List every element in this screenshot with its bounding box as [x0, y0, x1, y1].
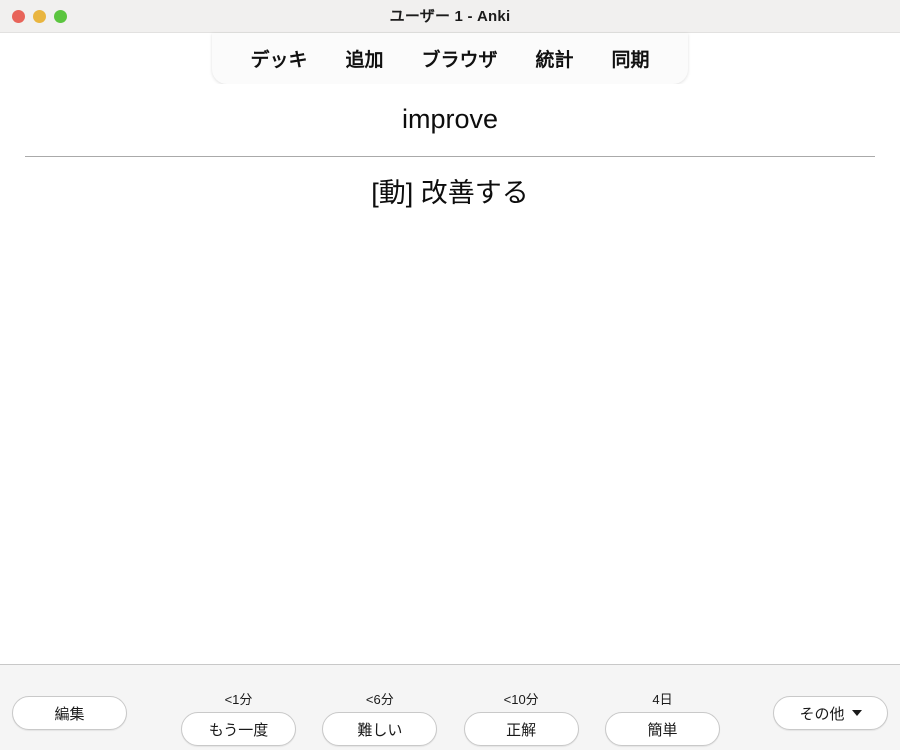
ease-interval-easy: 4日 — [652, 692, 673, 707]
toolbar-item-sync[interactable]: 同期 — [593, 41, 669, 76]
card-answer-text: [動] 改善する — [371, 177, 529, 208]
toolbar-region: デッキ 追加 ブラウザ 統計 同期 — [0, 33, 900, 84]
ease-button-easy[interactable]: 簡単 — [604, 712, 720, 746]
answer-button-bar: 編集 <1分 もう一度 <6分 難しい <10分 正解 4日 簡単 その他 — [0, 664, 900, 750]
window-title: ユーザー 1 - Anki — [389, 7, 511, 25]
ease-column-again: <1分 もう一度 — [181, 693, 296, 746]
ease-column-good: <10分 正解 — [463, 692, 579, 746]
window-titlebar: ユーザー 1 - Anki — [0, 0, 900, 33]
ease-button-hard-label: 難しい — [357, 721, 403, 739]
toolbar-item-browse[interactable]: ブラウザ — [402, 41, 516, 76]
ease-interval-hard: <6分 — [365, 692, 394, 707]
ease-button-good[interactable]: 正解 — [463, 712, 579, 746]
chevron-down-icon — [851, 710, 862, 716]
ease-interval-again: <1分 — [224, 692, 253, 707]
card-review-area: improve [動] 改善する — [0, 84, 900, 664]
ease-button-hard[interactable]: 難しい — [322, 712, 438, 746]
ease-button-again-label: もう一度 — [208, 721, 269, 739]
edit-button[interactable]: 編集 — [12, 696, 127, 730]
close-window-icon[interactable] — [12, 10, 25, 23]
ease-button-again[interactable]: もう一度 — [181, 712, 296, 746]
ease-button-group: <1分 もう一度 <6分 難しい <10分 正解 4日 簡単 — [181, 670, 720, 746]
ease-button-good-label: 正解 — [506, 721, 537, 739]
maximize-window-icon[interactable] — [54, 10, 67, 23]
toolbar-item-decks[interactable]: デッキ — [231, 41, 326, 76]
edit-button-label: 編集 — [54, 705, 85, 723]
minimize-window-icon[interactable] — [33, 10, 46, 23]
card-divider — [25, 155, 875, 157]
toolbar-item-stats[interactable]: 統計 — [517, 41, 593, 76]
ease-interval-good: <10分 — [503, 692, 539, 707]
toolbar-item-add[interactable]: 追加 — [326, 41, 402, 76]
traffic-light-group — [12, 0, 67, 33]
ease-column-easy: 4日 簡単 — [604, 692, 720, 746]
anki-main-window: ユーザー 1 - Anki デッキ 追加 ブラウザ 統計 同期 improve … — [0, 0, 900, 750]
more-button-label: その他 — [799, 705, 845, 723]
more-button[interactable]: その他 — [773, 696, 888, 730]
card-question-text: improve — [401, 104, 499, 134]
ease-button-easy-label: 簡単 — [647, 721, 678, 739]
ease-column-hard: <6分 難しい — [322, 692, 438, 746]
main-toolbar: デッキ 追加 ブラウザ 統計 同期 — [212, 33, 688, 84]
